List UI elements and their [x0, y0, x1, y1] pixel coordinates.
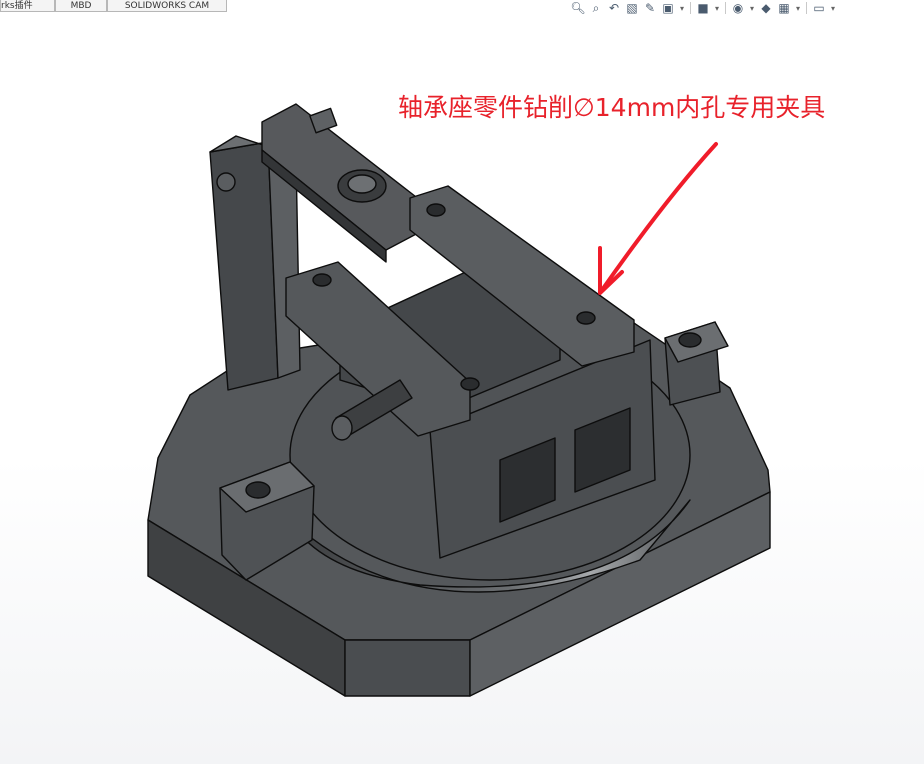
base-plate-front	[344, 639, 471, 697]
graphics-viewport[interactable]: rks插件 MBD SOLIDWORKS CAM 🔍︎ ⌕ ↶ ▧ ✎ ▣ ▾ …	[0, 0, 924, 764]
bolt-hole	[426, 203, 446, 217]
column-pin	[216, 172, 236, 192]
annotation-arrow	[598, 142, 718, 295]
bolt-hole	[576, 311, 596, 325]
bolt-hole	[678, 332, 702, 348]
bolt-hole	[460, 377, 480, 391]
annotation-label: 轴承座零件钻削∅14mm内孔专用夹具	[398, 93, 826, 122]
bolt-hole	[245, 481, 271, 499]
bolt-hole	[312, 273, 332, 287]
